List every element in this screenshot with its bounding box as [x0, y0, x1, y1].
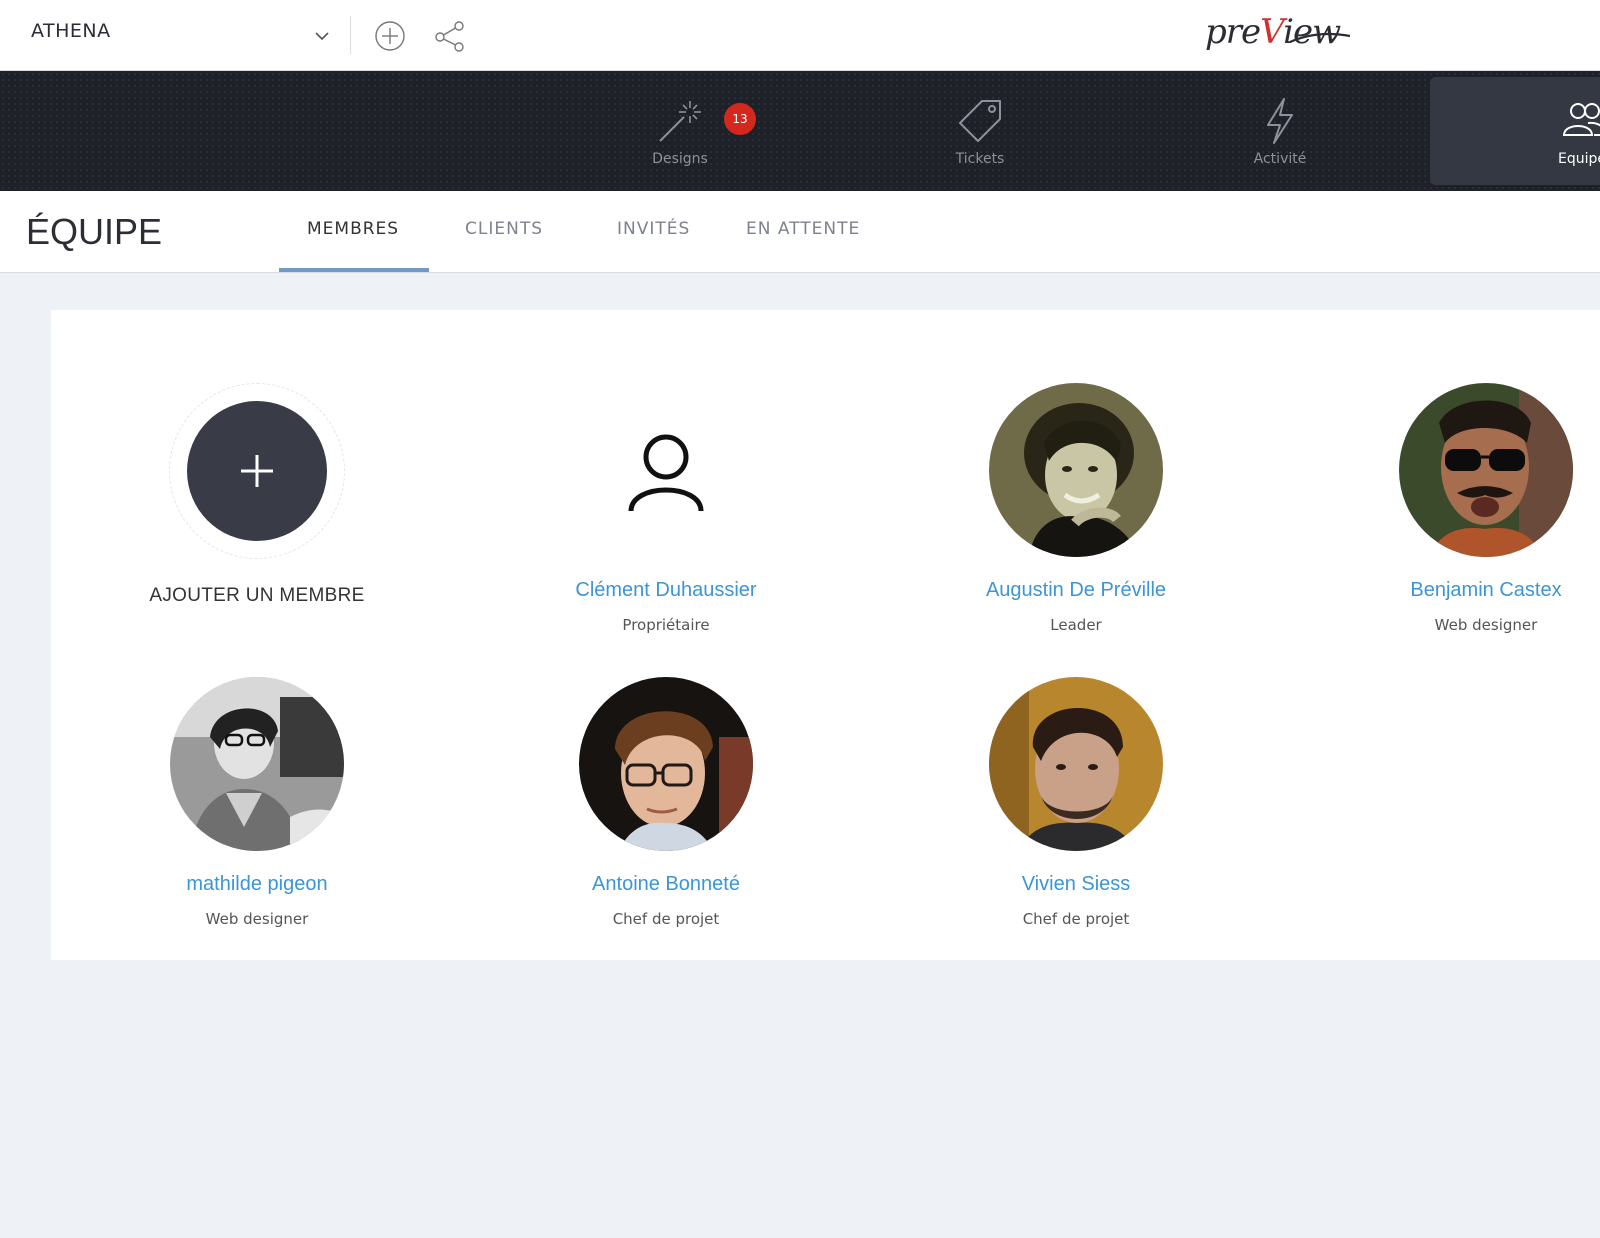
avatar-photo — [579, 677, 753, 851]
share-icon[interactable] — [434, 20, 466, 52]
member-card[interactable]: Antoine Bonneté Chef de projet — [516, 677, 816, 928]
member-role: Chef de projet — [612, 910, 720, 928]
member-card[interactable]: Benjamin Castex Web designer — [1336, 383, 1600, 634]
nav-label: Designs — [652, 151, 708, 167]
nav-label: Equipe — [1558, 151, 1600, 167]
member-card[interactable]: mathilde pigeon Web designer — [107, 677, 407, 928]
member-name[interactable]: Vivien Siess — [926, 873, 1226, 896]
add-member-card[interactable]: AJOUTER UN MEMBRE — [107, 383, 407, 607]
designs-count-badge: 13 — [724, 103, 756, 135]
member-role: Web designer — [1434, 616, 1538, 634]
magic-wand-icon — [659, 101, 701, 142]
nav-label: Tickets — [955, 151, 1005, 167]
nav-label: Activité — [1253, 151, 1307, 167]
member-role: Leader — [1050, 616, 1102, 634]
avatar-photo — [989, 383, 1163, 557]
avatar-photo — [989, 677, 1163, 851]
plus-icon — [241, 455, 273, 487]
active-tab-indicator — [279, 268, 429, 272]
nav-item-activite[interactable]: Activité — [1180, 71, 1380, 191]
main-nav: Designs Tickets Activité Equipe — [0, 71, 1600, 191]
member-card[interactable]: Augustin De Préville Leader — [926, 383, 1226, 634]
add-member-button[interactable] — [169, 383, 345, 559]
tag-icon — [959, 100, 1001, 142]
member-name[interactable]: mathilde pigeon — [107, 873, 407, 896]
add-member-label[interactable]: AJOUTER UN MEMBRE — [107, 585, 407, 607]
nav-item-equipe[interactable]: Equipe — [1430, 77, 1600, 185]
avatar[interactable] — [579, 383, 753, 557]
section-header: ÉQUIPE MEMBRES CLIENTS INVITÉS EN ATTENT… — [0, 191, 1600, 273]
team-icon — [1562, 103, 1600, 136]
member-card[interactable]: Clément Duhaussier Propriétaire — [516, 383, 816, 634]
lightning-icon — [1267, 98, 1293, 144]
top-bar: ATHENA preView — [0, 0, 1600, 71]
avatar-photo — [170, 677, 344, 851]
avatar[interactable] — [579, 677, 753, 851]
tab-clients[interactable]: CLIENTS — [465, 219, 543, 239]
divider — [350, 16, 351, 54]
member-name[interactable]: Benjamin Castex — [1336, 579, 1600, 602]
user-icon — [628, 434, 704, 512]
logo-swash — [1289, 32, 1351, 44]
avatar-photo — [1399, 383, 1573, 557]
tab-en-attente[interactable]: EN ATTENTE — [746, 219, 860, 239]
member-role: Propriétaire — [622, 616, 710, 634]
avatar[interactable] — [1399, 383, 1573, 557]
page-title: ÉQUIPE — [26, 211, 163, 252]
chevron-down-icon[interactable] — [314, 28, 330, 44]
member-role: Web designer — [205, 910, 309, 928]
member-name[interactable]: Antoine Bonneté — [516, 873, 816, 896]
tab-invites[interactable]: INVITÉS — [617, 219, 690, 239]
add-circle-icon[interactable] — [374, 20, 406, 52]
tab-membres[interactable]: MEMBRES — [307, 219, 399, 239]
member-name[interactable]: Augustin De Préville — [926, 579, 1226, 602]
member-card[interactable]: Vivien Siess Chef de projet — [926, 677, 1226, 928]
nav-item-tickets[interactable]: Tickets — [880, 71, 1080, 191]
avatar[interactable] — [170, 677, 344, 851]
avatar[interactable] — [989, 677, 1163, 851]
member-role: Chef de projet — [1022, 910, 1130, 928]
member-name[interactable]: Clément Duhaussier — [516, 579, 816, 602]
project-name[interactable]: ATHENA — [31, 20, 111, 42]
avatar[interactable] — [989, 383, 1163, 557]
members-panel: AJOUTER UN MEMBRE Clément Duhaussier Pro… — [51, 310, 1600, 960]
